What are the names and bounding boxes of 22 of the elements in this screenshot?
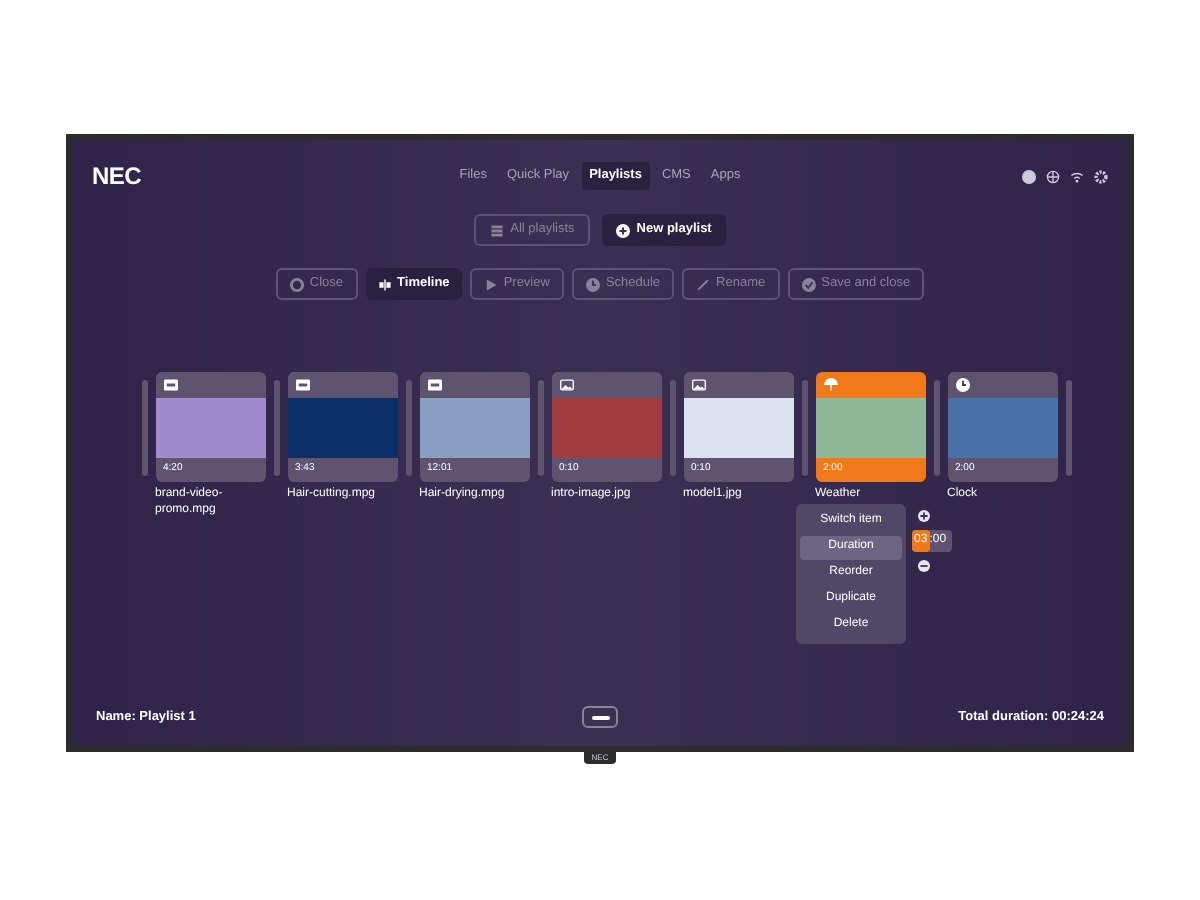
film-icon	[163, 378, 177, 392]
timeline-icon	[377, 277, 392, 291]
brand-logo: NEC	[92, 160, 143, 194]
play-icon	[483, 277, 498, 291]
clock-icon	[955, 378, 969, 392]
image-icon	[559, 378, 573, 392]
wifi-icon[interactable]	[1069, 169, 1084, 183]
plus-icon[interactable]	[918, 509, 930, 522]
close-icon	[289, 277, 304, 291]
minus-icon[interactable]	[918, 559, 930, 572]
settings-icon[interactable]	[1093, 169, 1108, 183]
list-icon	[490, 223, 505, 237]
globe-icon[interactable]	[1045, 169, 1060, 183]
pen-icon	[696, 277, 711, 291]
umbrella-icon	[823, 378, 837, 392]
home-button[interactable]	[582, 706, 618, 728]
plus-icon	[616, 223, 631, 237]
clock-icon	[585, 277, 600, 291]
film-icon	[427, 378, 441, 392]
check-icon	[801, 277, 816, 291]
film-icon	[295, 378, 309, 392]
image-icon	[691, 378, 705, 392]
